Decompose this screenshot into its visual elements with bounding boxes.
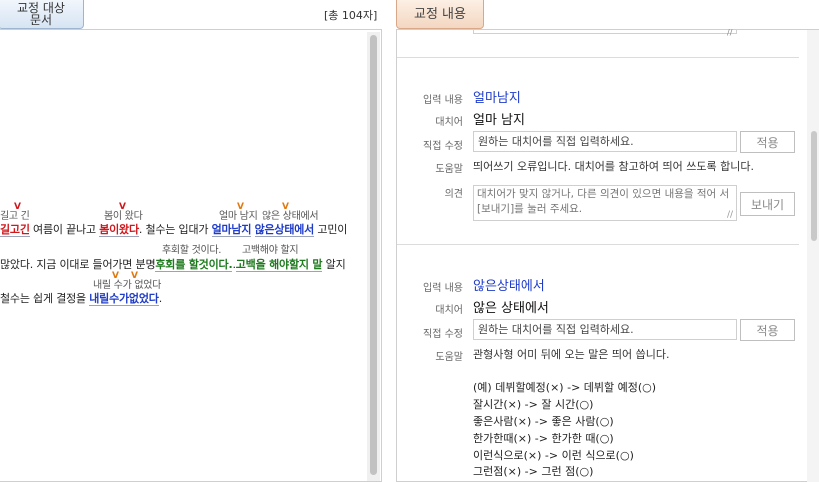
suggestion-hint: 고백해야 할지 bbox=[242, 245, 299, 256]
error-span[interactable]: 얼마남지 bbox=[211, 223, 251, 237]
direct-edit-input[interactable] bbox=[473, 131, 737, 152]
right-scrollbar-thumb[interactable] bbox=[811, 131, 817, 241]
resize-grip-icon[interactable]: // bbox=[727, 210, 733, 220]
help-example: 한가한때(×) -> 한가한 때(○) bbox=[473, 432, 614, 445]
divider bbox=[397, 57, 799, 58]
input-label: 입력 내용 bbox=[423, 283, 463, 294]
input-label: 입력 내용 bbox=[423, 95, 463, 106]
input-value: 얼마남지 bbox=[473, 91, 521, 106]
substitute-label: 대치어 bbox=[435, 305, 463, 316]
source-line: 길고긴 여름이 끝나고 봄이왔다. 철수는 입대가 얼마남지 않은상태에서 고민… bbox=[0, 223, 348, 237]
help-label: 도움말 bbox=[435, 164, 463, 175]
correction-marker: V bbox=[119, 202, 126, 212]
opinion-label: 의견 bbox=[444, 189, 463, 200]
tab-source-document[interactable]: 교정 대상 문서 bbox=[0, 0, 84, 29]
help-example: 이런식으로(×) -> 이런 식으로(○) bbox=[473, 449, 634, 462]
help-example: 좋은사람(×) -> 좋은 사람(○) bbox=[473, 415, 614, 428]
error-span[interactable]: 않은상태에서 bbox=[254, 223, 314, 237]
previous-opinion-field bbox=[473, 29, 737, 34]
resize-grip-icon: // bbox=[727, 28, 733, 37]
source-line: 많았다. 지금 이대로 들어가면 분명후회를 할것이다..고백을 해야할지 말 … bbox=[0, 258, 346, 272]
help-text: 띄어쓰기 오류입니다. 대치어를 참고하여 띄어 쓰도록 합니다. bbox=[473, 160, 754, 173]
direct-edit-label: 직접 수정 bbox=[423, 329, 463, 340]
character-count: [총 104자] bbox=[324, 9, 378, 22]
substitute-value[interactable]: 얼마 남지 bbox=[473, 109, 525, 128]
suggestion-hint: 않은 상태에서 bbox=[262, 211, 319, 222]
right-scrollbar[interactable] bbox=[807, 30, 819, 482]
help-label: 도움말 bbox=[435, 352, 463, 363]
help-example: 그런점(×) -> 그런 점(○) bbox=[473, 465, 594, 478]
source-line: 철수는 쉽게 결정을 내릴수가없었다. bbox=[0, 292, 162, 306]
correction-marker: V bbox=[131, 271, 138, 281]
direct-edit-label: 직접 수정 bbox=[423, 141, 463, 152]
apply-button[interactable]: 적용 bbox=[740, 319, 795, 341]
direct-edit-input[interactable] bbox=[473, 319, 737, 340]
correction-marker: V bbox=[14, 202, 21, 212]
help-example: (예) 데뷔할예정(×) -> 데뷔할 예정(○) bbox=[473, 381, 657, 394]
error-span[interactable]: 봄이왔다 bbox=[99, 223, 139, 237]
left-scrollbar-thumb[interactable] bbox=[370, 35, 377, 475]
opinion-textarea[interactable] bbox=[473, 185, 737, 221]
help-example: 잘시간(×) -> 잘 시간(○) bbox=[473, 398, 594, 411]
correction-marker: V bbox=[112, 271, 119, 281]
tab-correction-content[interactable]: 교정 내용 bbox=[396, 0, 484, 29]
error-span[interactable]: 후회를 할것이다. bbox=[155, 258, 233, 272]
help-text: 관형사형 어미 뒤에 오는 말은 띄어 씁니다. bbox=[473, 348, 670, 361]
suggestion-hint: 후회할 것이다. bbox=[162, 245, 222, 256]
substitute-value[interactable]: 않은 상태에서 bbox=[473, 297, 549, 316]
divider bbox=[397, 244, 799, 245]
substitute-label: 대치어 bbox=[435, 117, 463, 128]
error-span[interactable]: 길고긴 bbox=[0, 223, 30, 237]
input-value: 않은상태에서 bbox=[473, 279, 545, 294]
correction-marker: V bbox=[282, 202, 289, 212]
send-button[interactable]: 보내기 bbox=[740, 192, 795, 216]
error-span[interactable]: 내릴수가없었다 bbox=[89, 292, 159, 306]
suggestion-hint: 내릴 수가 없었다 bbox=[93, 280, 162, 291]
source-document-pane: 교정 대상 문서 [총 104자] 길고 긴 V 봄이 왔다 V 얼마 남지 V… bbox=[0, 0, 382, 482]
error-span[interactable]: 고백을 해야할지 말 bbox=[235, 258, 323, 272]
apply-button[interactable]: 적용 bbox=[740, 131, 795, 153]
correction-marker: V bbox=[237, 202, 244, 212]
